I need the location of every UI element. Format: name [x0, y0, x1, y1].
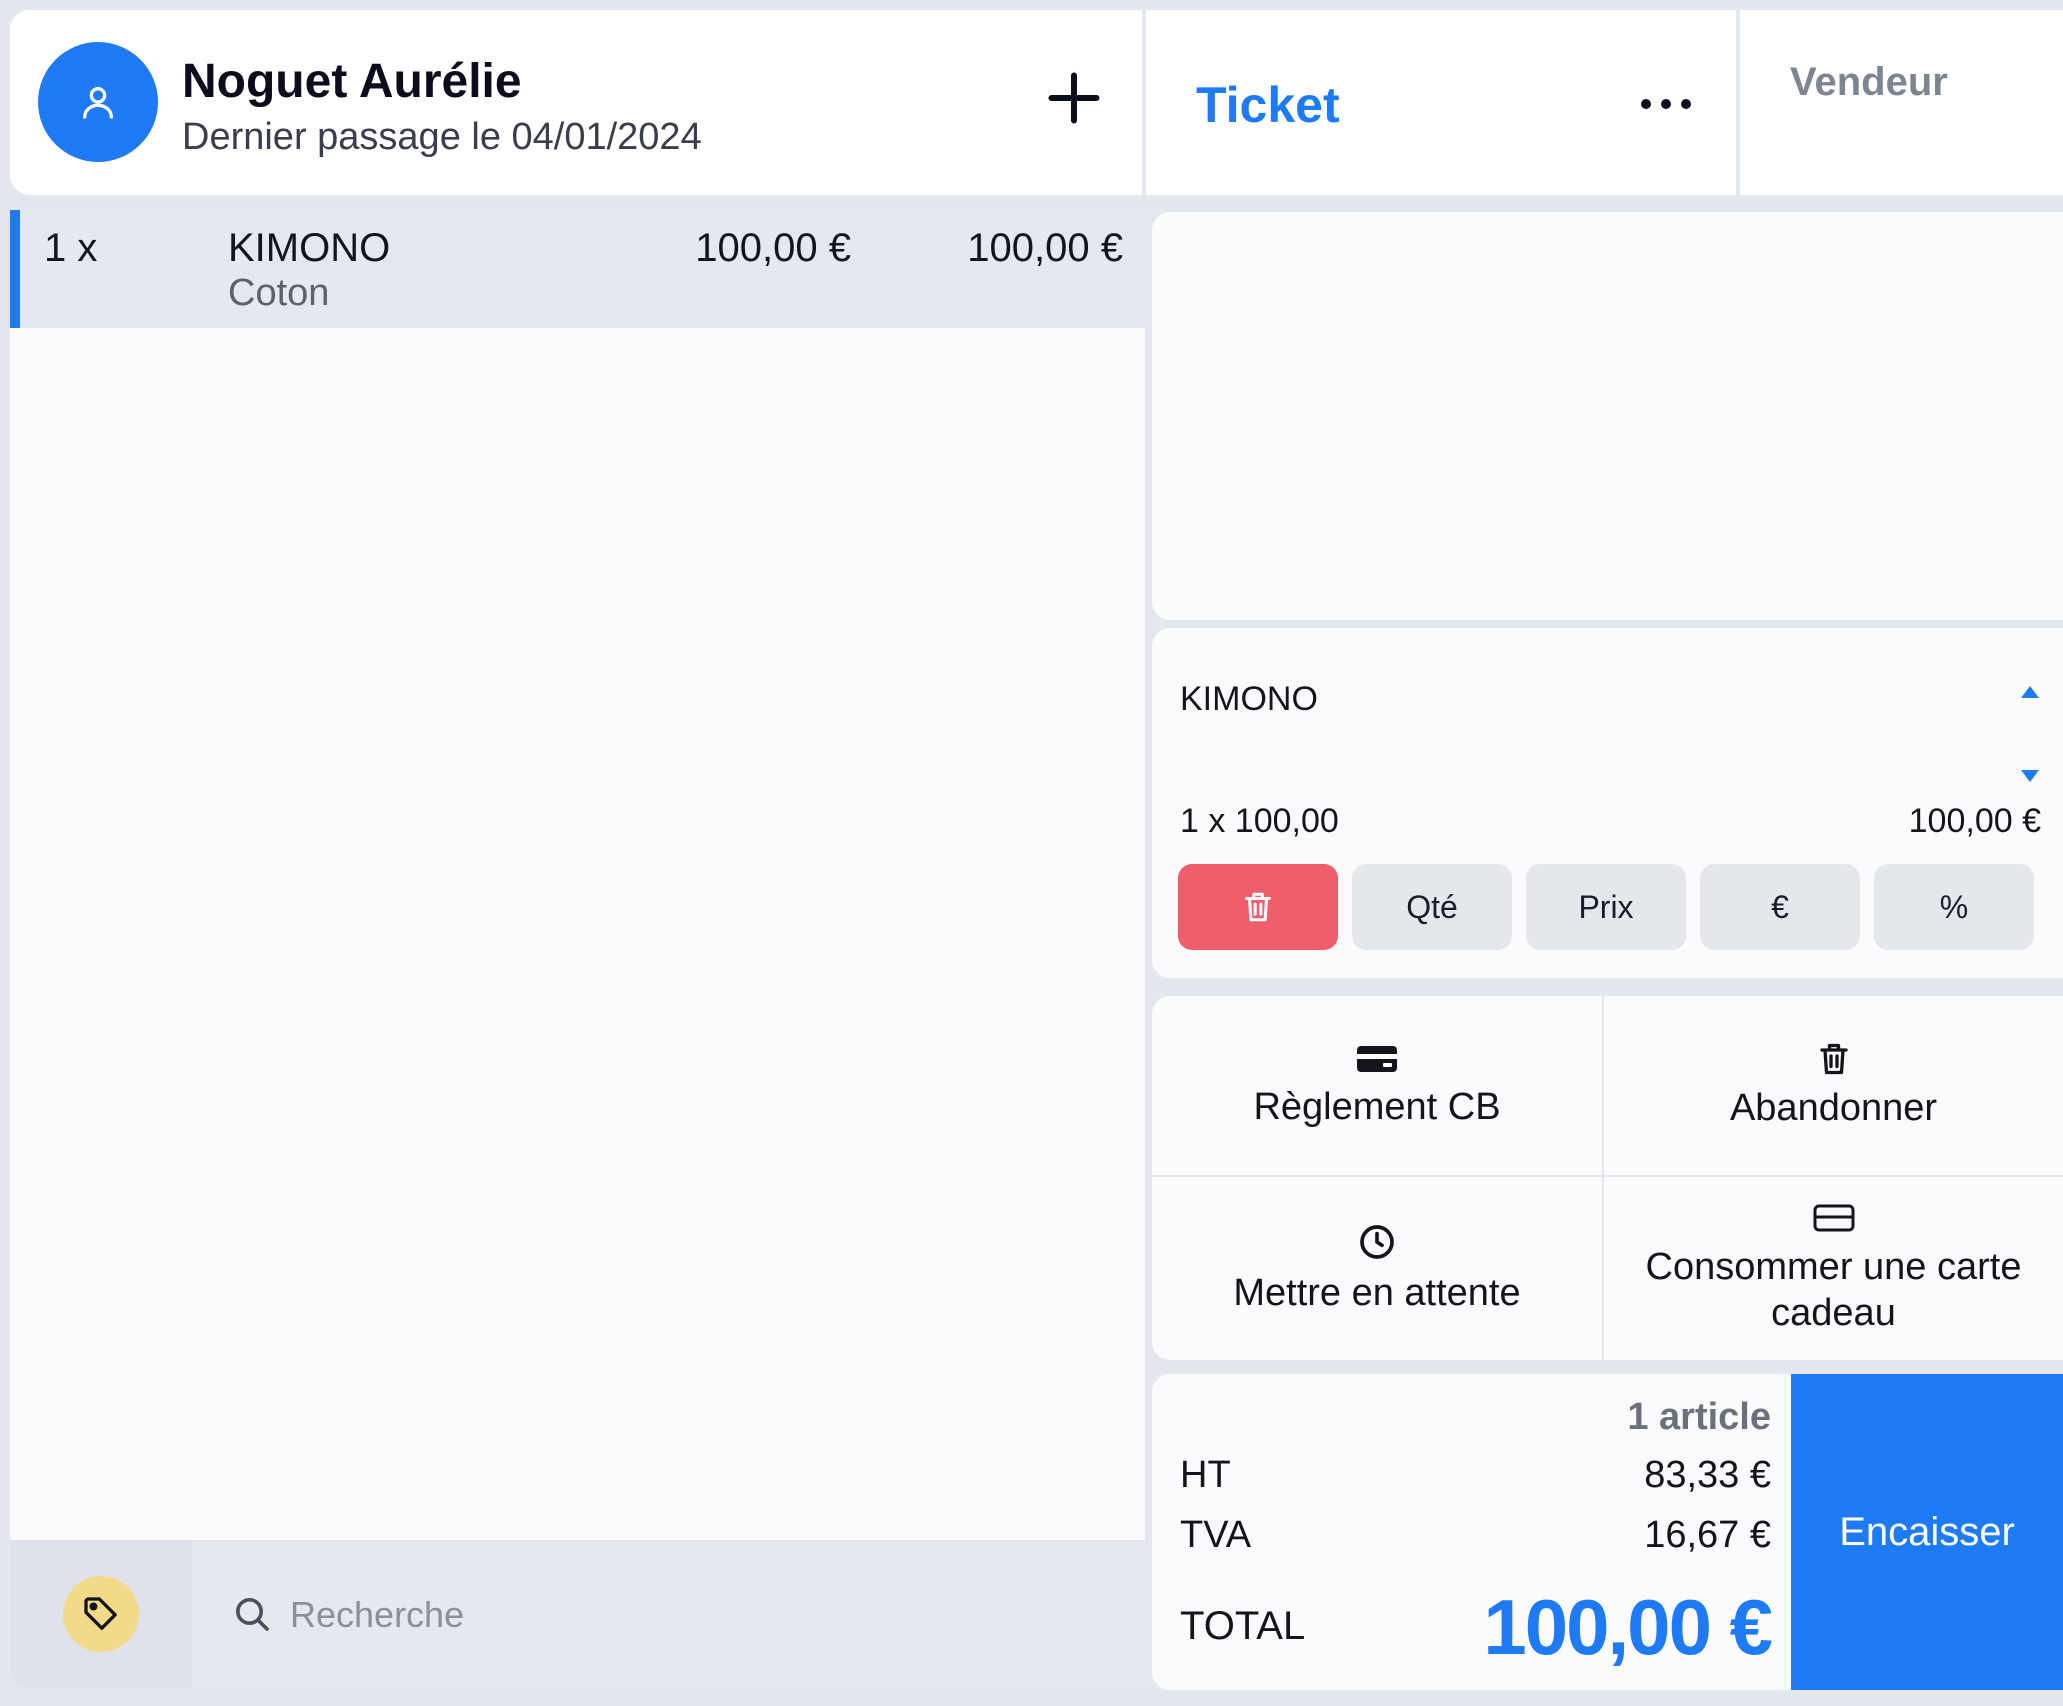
tva-value: 16,67 € — [1644, 1514, 1771, 1556]
seller-title: Vendeur — [1790, 60, 1948, 104]
line-detail-total: 100,00 € — [1908, 802, 2041, 840]
actions-panel: Règlement CB Abandonner Mettre en attent… — [1152, 996, 2063, 1360]
article-count: 1 article — [1627, 1396, 1771, 1438]
cart-line-unit-price: 100,00 € — [695, 226, 851, 270]
gift-card-icon — [1813, 1204, 1854, 1232]
tag-icon — [84, 1597, 117, 1630]
tva-label: TVA — [1180, 1514, 1252, 1556]
tag-button[interactable] — [63, 1576, 139, 1652]
total-label: TOTAL — [1180, 1604, 1306, 1648]
caret-up-icon[interactable] — [2019, 684, 2041, 700]
cart-line[interactable]: 1 x KIMONO Coton 100,00 € 100,00 € — [10, 210, 1145, 328]
customer-header[interactable]: Noguet Aurélie Dernier passage le 04/01/… — [10, 10, 1142, 195]
ellipsis-icon[interactable] — [1638, 92, 1694, 116]
tag-zone — [10, 1540, 192, 1688]
credit-card-icon — [1357, 1046, 1397, 1072]
gift-card-button[interactable]: Consommer une carte cadeau — [1604, 1177, 2063, 1360]
cart-line-qty: 1 x — [44, 226, 98, 270]
cart-line-name: KIMONO — [228, 226, 391, 270]
hold-label: Mettre en attente — [1233, 1272, 1521, 1314]
cart-line-total: 100,00 € — [967, 226, 1123, 270]
ticket-display — [1152, 212, 2063, 620]
cart-line-variant: Coton — [228, 272, 330, 314]
search-input[interactable] — [290, 1584, 1110, 1646]
ticket-title: Ticket — [1196, 77, 1340, 133]
hold-button[interactable]: Mettre en attente — [1152, 1177, 1604, 1360]
line-detail-panel: KIMONO 1 x 100,00 100,00 € Qté Prix € % — [1152, 628, 2063, 978]
percent-discount-button[interactable]: % — [1874, 864, 2034, 950]
search-icon — [236, 1598, 269, 1631]
trash-icon — [1819, 1043, 1848, 1075]
customer-avatar[interactable] — [38, 42, 158, 162]
price-button[interactable]: Prix — [1526, 864, 1686, 950]
plus-icon[interactable] — [1044, 68, 1104, 128]
abandon-label: Abandonner — [1729, 1087, 1938, 1129]
quantity-button[interactable]: Qté — [1352, 864, 1512, 950]
user-icon — [83, 87, 114, 119]
customer-last-visit: Dernier passage le 04/01/2024 — [182, 116, 702, 158]
delete-line-button[interactable] — [1178, 864, 1338, 950]
customer-name: Noguet Aurélie — [182, 55, 522, 108]
ht-label: HT — [1180, 1454, 1231, 1496]
gift-card-label: Consommer une carte cadeau — [1645, 1245, 2022, 1334]
cart-panel: 1 x KIMONO Coton 100,00 € 100,00 € — [10, 210, 1145, 1688]
card-payment-label: Règlement CB — [1253, 1086, 1501, 1128]
euro-discount-button[interactable]: € — [1700, 864, 1860, 950]
seller-tab[interactable]: Vendeur — [1740, 10, 2063, 195]
ticket-tab[interactable]: Ticket — [1146, 10, 1736, 195]
line-detail-name: KIMONO — [1180, 680, 1318, 718]
clock-icon — [1360, 1225, 1394, 1259]
checkout-button[interactable]: Encaisser — [1791, 1374, 2063, 1690]
ht-value: 83,33 € — [1644, 1454, 1771, 1496]
search-bar — [10, 1540, 1145, 1688]
trash-icon — [1245, 892, 1271, 922]
total-value: 100,00 € — [1483, 1583, 1773, 1671]
totals-panel: 1 article HT 83,33 € TVA 16,67 € TOTAL 1… — [1152, 1374, 2063, 1690]
line-detail-qty-price: 1 x 100,00 — [1180, 802, 1339, 840]
abandon-button[interactable]: Abandonner — [1604, 996, 2063, 1177]
card-payment-button[interactable]: Règlement CB — [1152, 996, 1604, 1177]
caret-down-icon[interactable] — [2019, 768, 2041, 784]
